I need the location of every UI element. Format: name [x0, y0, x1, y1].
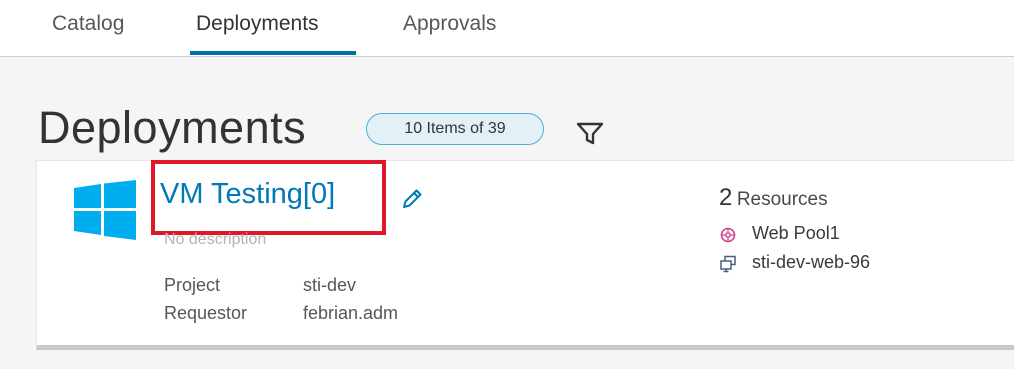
resources-count: 2 — [719, 184, 733, 211]
requestor-label: Requestor — [164, 303, 248, 323]
filter-icon[interactable] — [575, 118, 605, 148]
requestor-value: febrian.adm — [303, 303, 399, 323]
items-count-badge: 10 Items of 39 — [366, 113, 544, 145]
active-tab-indicator — [190, 51, 356, 55]
project-value: sti-dev — [303, 275, 357, 295]
load-balancer-icon — [720, 227, 736, 243]
tab-bar: Catalog Deployments Approvals — [0, 0, 1014, 57]
resources-label: Resources — [736, 189, 828, 210]
resources-heading: 2 Resources — [719, 184, 828, 212]
deployment-description: No description — [164, 231, 267, 248]
resource-name: Web Pool1 — [752, 223, 840, 243]
virtual-machine-icon — [720, 255, 736, 273]
tab-deployments[interactable]: Deployments — [196, 12, 319, 36]
project-label: Project — [164, 275, 221, 295]
resource-name: sti-dev-web-96 — [752, 252, 871, 272]
pencil-edit-icon[interactable] — [399, 186, 425, 212]
deployment-name-link[interactable]: VM Testing[0] — [160, 178, 335, 211]
items-count-text: 10 Items of 39 — [404, 120, 506, 137]
tab-approvals[interactable]: Approvals — [403, 12, 496, 36]
tab-catalog[interactable]: Catalog — [52, 12, 124, 36]
windows-logo-icon — [74, 180, 136, 240]
page-title: Deployments — [38, 102, 307, 153]
